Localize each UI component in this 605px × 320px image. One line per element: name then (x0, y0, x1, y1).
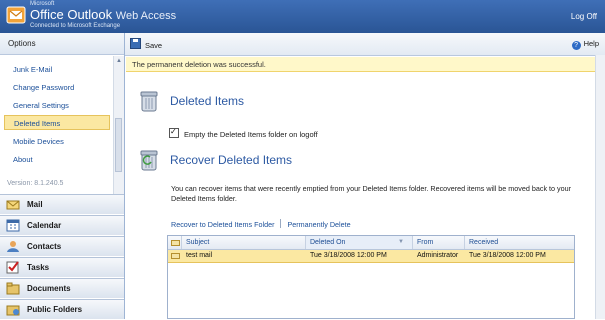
column-from[interactable]: From (413, 236, 465, 249)
option-junk-email[interactable]: Junk E-Mail (4, 62, 110, 77)
brand-title: Office Outlook Web Access (30, 7, 176, 22)
help-label: Help (583, 39, 599, 48)
recover-to-deleted-items-link[interactable]: Recover to Deleted Items Folder (171, 220, 274, 229)
recover-description: You can recover items that were recently… (171, 184, 572, 203)
column-deleted-on-label: Deleted On (310, 239, 346, 246)
left-navigation: Options Junk E-Mail Change Password Gene… (0, 33, 125, 319)
nav-public-folders[interactable]: Public Folders (0, 299, 124, 319)
deleted-items-heading: Deleted Items (170, 94, 245, 108)
row-subject: test mail (186, 252, 213, 259)
envelope-icon (171, 240, 180, 246)
recoverable-items-grid: Subject Deleted On ▼ From Received test … (167, 235, 575, 319)
nav-calendar[interactable]: Calendar (0, 215, 124, 235)
outlook-logo-icon (6, 6, 26, 24)
help-icon: ? (571, 41, 581, 50)
grid-header: Subject Deleted On ▼ From Received (168, 236, 574, 250)
nav-contacts[interactable]: Contacts (0, 236, 124, 256)
contacts-icon (7, 241, 19, 252)
sort-descending-icon: ▼ (398, 239, 404, 245)
grid-header-icon-cell (168, 236, 182, 249)
info-bar: The permanent deletion was successful. (126, 57, 596, 72)
row-deleted-on: Tue 3/18/2008 12:00 PM (310, 252, 387, 259)
scroll-thumb[interactable] (115, 118, 122, 172)
documents-icon (6, 282, 20, 295)
main-scrollbar[interactable] (595, 55, 605, 319)
options-list: Junk E-Mail Change Password General Sett… (0, 56, 113, 193)
calendar-icon (6, 219, 20, 232)
empty-on-logoff-checkbox[interactable] (169, 126, 179, 138)
mail-item-icon (171, 253, 180, 259)
nav-mail-label: Mail (27, 200, 43, 209)
brand-subtitle: Connected to Microsoft Exchange (30, 23, 121, 29)
option-general-settings[interactable]: General Settings (4, 98, 110, 113)
brand-app-suffix: Web Access (115, 10, 177, 22)
help-button[interactable]: ? Help (571, 38, 599, 50)
empty-on-logoff-row: Empty the Deleted Items folder on logoff (169, 126, 318, 140)
toolbar: Save ? Help (125, 33, 605, 56)
scroll-up-icon[interactable]: ▲ (115, 57, 123, 65)
empty-on-logoff-label: Empty the Deleted Items folder on logoff (184, 130, 318, 139)
option-change-password[interactable]: Change Password (4, 80, 110, 95)
column-deleted-on[interactable]: Deleted On ▼ (306, 236, 413, 249)
main-content: Save ? Help The permanent deletion was su… (125, 33, 605, 319)
options-title: Options (0, 33, 124, 55)
recover-actions: Recover to Deleted Items Folder Permanent… (171, 219, 351, 229)
option-mobile-devices[interactable]: Mobile Devices (4, 134, 110, 149)
brand-app-name: Office Outlook (30, 7, 113, 22)
column-subject[interactable]: Subject (182, 236, 306, 249)
recover-deleted-items-heading: Recover Deleted Items (170, 153, 293, 167)
nav-public-folders-label: Public Folders (27, 305, 83, 314)
version-label: Version: 8.1.240.5 (7, 180, 64, 187)
permanently-delete-link[interactable]: Permanently Delete (287, 220, 350, 229)
tasks-icon (6, 261, 19, 274)
nav-documents-label: Documents (27, 284, 71, 293)
save-button[interactable]: Save (130, 38, 162, 50)
nav-tasks-label: Tasks (27, 263, 50, 272)
recover-trash-icon (140, 150, 158, 171)
mail-icon (6, 200, 20, 210)
nav-documents[interactable]: Documents (0, 278, 124, 298)
table-row[interactable]: test mail Tue 3/18/2008 12:00 PM Adminis… (168, 250, 574, 263)
log-off-link[interactable]: Log Off (571, 12, 597, 21)
row-from: Administrator (417, 252, 459, 259)
options-scrollbar[interactable]: ▲ ▼ (113, 56, 124, 208)
nav-calendar-label: Calendar (27, 221, 62, 230)
nav-tasks[interactable]: Tasks (0, 257, 124, 277)
save-label: Save (145, 41, 163, 50)
action-separator (280, 219, 282, 228)
public-folders-icon (6, 305, 20, 316)
save-icon (130, 38, 141, 49)
app-header: Microsoft Office Outlook Web Access Conn… (0, 0, 605, 33)
row-received: Tue 3/18/2008 12:00 PM (469, 252, 546, 259)
column-received[interactable]: Received (465, 236, 574, 249)
nav-mail[interactable]: Mail (0, 194, 124, 214)
trash-bin-icon (140, 91, 158, 112)
option-deleted-items[interactable]: Deleted Items (4, 115, 110, 130)
nav-contacts-label: Contacts (27, 242, 62, 251)
option-about[interactable]: About (4, 152, 110, 167)
